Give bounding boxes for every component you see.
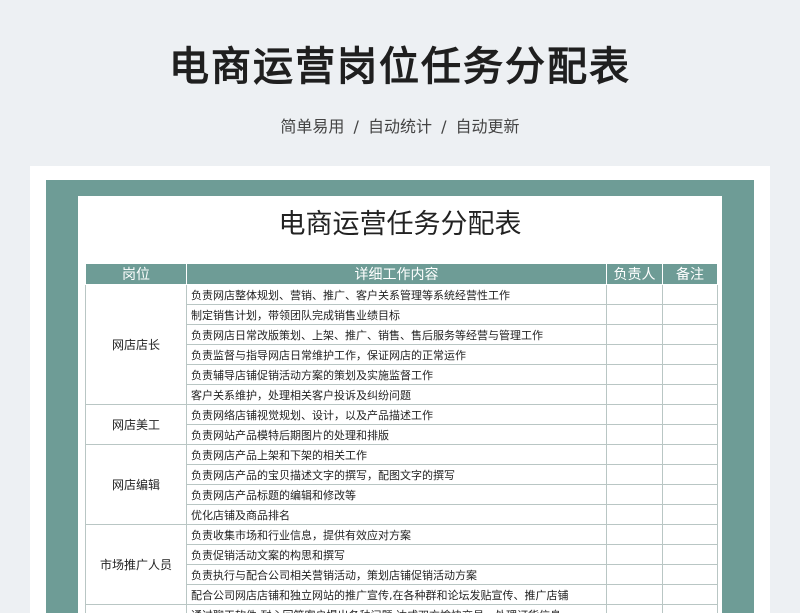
column-header-owner: 负责人 bbox=[606, 263, 663, 285]
owner-cell[interactable] bbox=[606, 384, 663, 405]
owner-cell[interactable] bbox=[606, 284, 663, 305]
task-cell[interactable]: 负责网店产品上架和下架的相关工作 bbox=[186, 444, 607, 465]
table-row: 网店编辑 负责网店产品上架和下架的相关工作 bbox=[85, 444, 718, 525]
task-cell[interactable]: 负责网络店铺视觉规划、设计，以及产品描述工作 bbox=[186, 404, 607, 425]
role-cell[interactable]: 网店店长 bbox=[85, 284, 187, 405]
task-cell[interactable]: 配合公司网店店铺和独立网站的推广宣传,在各种群和论坛发贴宣传、推广店铺 bbox=[186, 584, 607, 605]
notes-cell[interactable] bbox=[662, 484, 718, 505]
task-cell[interactable]: 负责监督与指导网店日常维护工作，保证网店的正常运作 bbox=[186, 344, 607, 365]
notes-cell[interactable] bbox=[662, 444, 718, 465]
role-cell[interactable]: 市场推广人员 bbox=[85, 524, 187, 605]
task-cell[interactable]: 负责网店产品的宝贝描述文字的撰写，配图文字的撰写 bbox=[186, 464, 607, 485]
notes-cell[interactable] bbox=[662, 464, 718, 485]
owner-cell[interactable] bbox=[606, 604, 663, 613]
notes-cell[interactable] bbox=[662, 364, 718, 385]
task-cell[interactable]: 负责网站产品模特后期图片的处理和排版 bbox=[186, 424, 607, 445]
owner-cell[interactable] bbox=[606, 364, 663, 385]
task-cell[interactable]: 制定销售计划，带领团队完成销售业绩目标 bbox=[186, 304, 607, 325]
notes-cell[interactable] bbox=[662, 504, 718, 525]
task-cell[interactable]: 负责网店产品标题的编辑和修改等 bbox=[186, 484, 607, 505]
owner-cell[interactable] bbox=[606, 424, 663, 445]
notes-cell[interactable] bbox=[662, 524, 718, 545]
sheet-title: 电商运营任务分配表 bbox=[278, 209, 522, 240]
role-cell[interactable]: 网店美工 bbox=[85, 404, 187, 445]
preview-card: 电商运营任务分配表 岗位 详细工作内容 负责人 备注 网店店长 负责网店整体规划… bbox=[30, 166, 770, 613]
task-cell[interactable]: 优化店铺及商品排名 bbox=[186, 504, 607, 525]
notes-cell[interactable] bbox=[662, 584, 718, 605]
task-table: 岗位 详细工作内容 负责人 备注 网店店长 负责网店整体规划、营销、推广、客户关系… bbox=[85, 263, 718, 613]
task-cell[interactable]: 客户关系维护，处理相关客户投诉及纠纷问题 bbox=[186, 384, 607, 405]
owner-cell[interactable] bbox=[606, 404, 663, 425]
role-cell[interactable]: 网店编辑 bbox=[85, 444, 187, 525]
owner-cell[interactable] bbox=[606, 484, 663, 505]
notes-cell[interactable] bbox=[662, 344, 718, 365]
notes-cell[interactable] bbox=[662, 304, 718, 325]
spreadsheet: 电商运营任务分配表 岗位 详细工作内容 负责人 备注 网店店长 负责网店整体规划… bbox=[78, 196, 722, 613]
owner-cell[interactable] bbox=[606, 524, 663, 545]
owner-cell[interactable] bbox=[606, 464, 663, 485]
notes-cell[interactable] bbox=[662, 604, 718, 613]
task-table-body: 网店店长 负责网店整体规划、营销、推广、客户关系管理等系统经营性工作 制定销售计划，… bbox=[85, 284, 718, 613]
task-cell[interactable]: 负责执行与配合公司相关营销活动，策划店铺促销活动方案 bbox=[186, 564, 607, 585]
table-row: 通过聊天软件,耐心回答客户提出各种问题,达成双方愉快交易，处理订货信息 bbox=[85, 604, 718, 613]
sheet-frame: 电商运营任务分配表 岗位 详细工作内容 负责人 备注 网店店长 负责网店整体规划… bbox=[46, 180, 754, 613]
table-row: 网店美工 负责网络店铺视觉规划、设计，以及产品描述工作 bbox=[85, 404, 718, 445]
owner-cell[interactable] bbox=[606, 564, 663, 585]
column-header-role: 岗位 bbox=[85, 263, 187, 285]
notes-cell[interactable] bbox=[662, 404, 718, 425]
notes-cell[interactable] bbox=[662, 564, 718, 585]
notes-cell[interactable] bbox=[662, 424, 718, 445]
owner-cell[interactable] bbox=[606, 304, 663, 325]
owner-cell[interactable] bbox=[606, 504, 663, 525]
task-cell[interactable]: 负责辅导店铺促销活动方案的策划及实施监督工作 bbox=[186, 364, 607, 385]
owner-cell[interactable] bbox=[606, 324, 663, 345]
notes-cell[interactable] bbox=[662, 384, 718, 405]
table-row: 市场推广人员 负责收集市场和行业信息，提供有效应对方案 bbox=[85, 524, 718, 605]
page-title: 电商运营岗位任务分配表 bbox=[169, 44, 631, 90]
task-cell[interactable]: 负责网店日常改版策划、上架、推广、销售、售后服务等经营与管理工作 bbox=[186, 324, 607, 345]
notes-cell[interactable] bbox=[662, 324, 718, 345]
task-cell[interactable]: 通过聊天软件,耐心回答客户提出各种问题,达成双方愉快交易，处理订货信息 bbox=[186, 604, 607, 613]
task-cell[interactable]: 负责网店整体规划、营销、推广、客户关系管理等系统经营性工作 bbox=[186, 284, 607, 305]
owner-cell[interactable] bbox=[606, 444, 663, 465]
task-cell[interactable]: 负责促销活动文案的构思和撰写 bbox=[186, 544, 607, 565]
role-cell[interactable] bbox=[85, 604, 187, 613]
column-header-detail: 详细工作内容 bbox=[186, 263, 607, 285]
table-row: 网店店长 负责网店整体规划、营销、推广、客户关系管理等系统经营性工作 bbox=[85, 284, 718, 405]
notes-cell[interactable] bbox=[662, 284, 718, 305]
task-cell[interactable]: 负责收集市场和行业信息，提供有效应对方案 bbox=[186, 524, 607, 545]
column-header-notes: 备注 bbox=[662, 263, 718, 285]
table-header-row: 岗位 详细工作内容 负责人 备注 bbox=[85, 263, 718, 285]
owner-cell[interactable] bbox=[606, 544, 663, 565]
page-subtitle: 简单易用 / 自动统计 / 自动更新 bbox=[280, 117, 520, 136]
notes-cell[interactable] bbox=[662, 544, 718, 565]
owner-cell[interactable] bbox=[606, 584, 663, 605]
owner-cell[interactable] bbox=[606, 344, 663, 365]
